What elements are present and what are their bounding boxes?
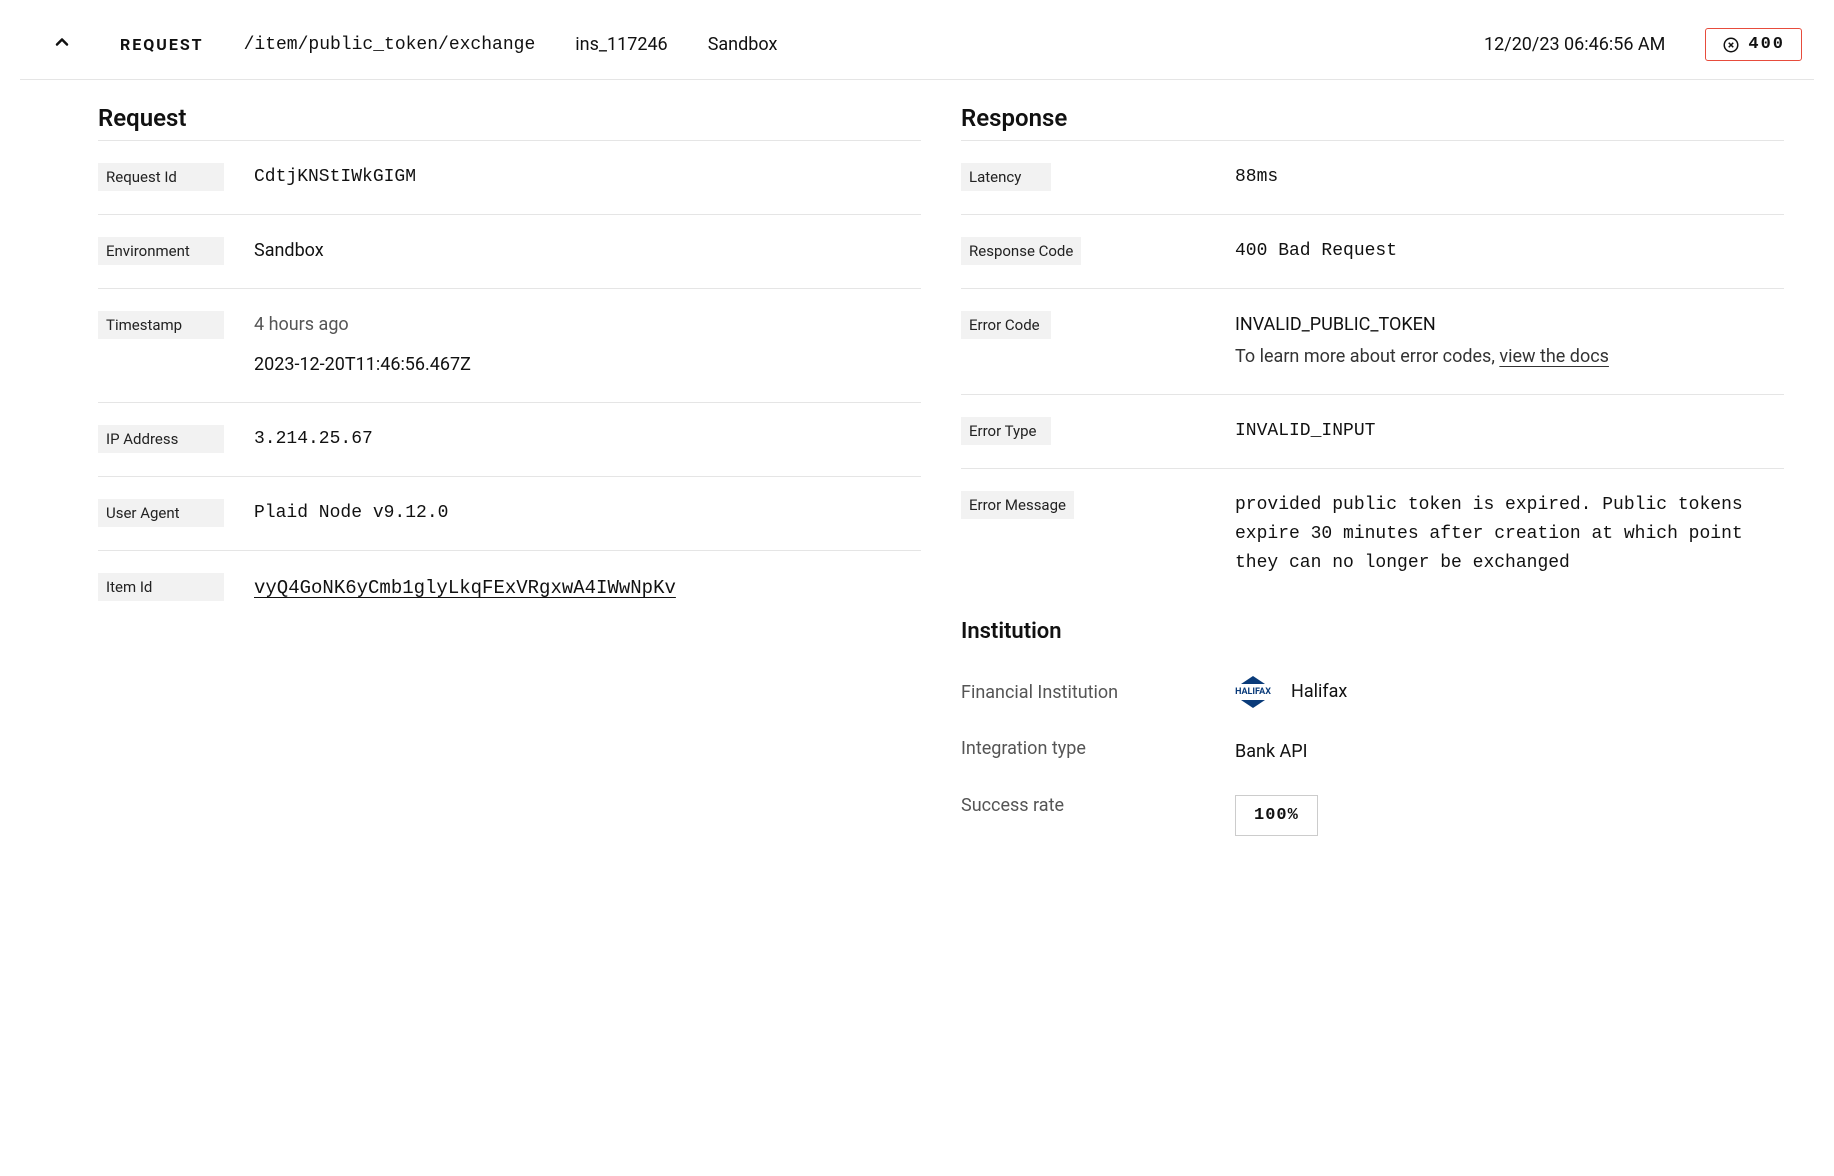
error-code-value: INVALID_PUBLIC_TOKEN <box>1235 311 1784 340</box>
institution-section-title: Institution <box>961 619 1784 644</box>
integration-type-label: Integration type <box>961 738 1235 759</box>
halifax-logo-icon: HALIFAX <box>1235 674 1271 710</box>
item-id-link[interactable]: vyQ4GoNK6yCmb1glyLkqFExVRgxwA4IWwNpKv <box>224 573 921 603</box>
timestamp-iso: 2023-12-20T11:46:56.467Z <box>254 351 921 380</box>
user-agent-row: User Agent Plaid Node v9.12.0 <box>98 477 921 551</box>
timestamp-label: Timestamp <box>98 311 224 339</box>
success-rate-value: 100% <box>1235 795 1318 836</box>
latency-value: 88ms <box>1235 163 1784 192</box>
success-rate-row: Success rate 100% <box>961 781 1784 850</box>
item-id-row: Item Id vyQ4GoNK6yCmb1glyLkqFExVRgxwA4IW… <box>98 551 921 625</box>
latency-label: Latency <box>961 163 1051 191</box>
user-agent-value: Plaid Node v9.12.0 <box>224 499 921 528</box>
header-environment: Sandbox <box>708 34 778 55</box>
item-id-label: Item Id <box>98 573 224 601</box>
financial-institution-row: Financial Institution HALIFAX Halifax <box>961 660 1784 724</box>
response-section-title: Response <box>961 104 1784 141</box>
user-agent-label: User Agent <box>98 499 224 527</box>
request-id-label: Request Id <box>98 163 224 191</box>
error-type-label: Error Type <box>961 417 1051 445</box>
request-id-value: CdtjKNStIWkGIGM <box>224 163 921 192</box>
error-message-value: provided public token is expired. Public… <box>1235 491 1784 577</box>
collapse-chevron-icon[interactable] <box>52 32 72 58</box>
request-column: Request Request Id CdtjKNStIWkGIGM Envir… <box>98 104 921 850</box>
header-path: /item/public_token/exchange <box>244 35 536 55</box>
error-code-row: Error Code INVALID_PUBLIC_TOKEN To learn… <box>961 289 1784 396</box>
environment-value: Sandbox <box>224 237 921 266</box>
integration-type-value: Bank API <box>1235 738 1784 767</box>
latency-row: Latency 88ms <box>961 141 1784 215</box>
financial-institution-label: Financial Institution <box>961 682 1235 703</box>
error-type-value: INVALID_INPUT <box>1235 417 1784 446</box>
request-id-row: Request Id CdtjKNStIWkGIGM <box>98 141 921 215</box>
ip-address-value: 3.214.25.67 <box>224 425 921 454</box>
integration-type-row: Integration type Bank API <box>961 724 1784 781</box>
ip-address-label: IP Address <box>98 425 224 453</box>
status-code: 400 <box>1748 35 1785 54</box>
environment-row: Environment Sandbox <box>98 215 921 289</box>
error-circle-x-icon <box>1722 36 1740 54</box>
header-timestamp: 12/20/23 06:46:56 AM <box>1484 34 1665 55</box>
error-message-row: Error Message provided public token is e… <box>961 469 1784 599</box>
financial-institution-value: Halifax <box>1291 678 1347 707</box>
header-label: REQUEST <box>120 35 204 54</box>
request-section-title: Request <box>98 104 921 141</box>
response-column: Response Latency 88ms Response Code 400 … <box>961 104 1784 850</box>
environment-label: Environment <box>98 237 224 265</box>
response-code-value: 400 Bad Request <box>1235 237 1784 266</box>
request-header-bar: REQUEST /item/public_token/exchange ins_… <box>20 10 1814 80</box>
error-code-helper: To learn more about error codes, <box>1235 346 1499 367</box>
view-docs-link[interactable]: view the docs <box>1499 346 1609 367</box>
timestamp-relative: 4 hours ago <box>254 311 921 340</box>
response-code-label: Response Code <box>961 237 1081 265</box>
timestamp-row: Timestamp 4 hours ago 2023-12-20T11:46:5… <box>98 289 921 404</box>
success-rate-label: Success rate <box>961 795 1235 816</box>
response-code-row: Response Code 400 Bad Request <box>961 215 1784 289</box>
error-type-row: Error Type INVALID_INPUT <box>961 395 1784 469</box>
header-institution-id: ins_117246 <box>575 34 667 55</box>
error-message-label: Error Message <box>961 491 1074 519</box>
status-badge: 400 <box>1705 28 1802 61</box>
error-code-label: Error Code <box>961 311 1051 339</box>
ip-address-row: IP Address 3.214.25.67 <box>98 403 921 477</box>
